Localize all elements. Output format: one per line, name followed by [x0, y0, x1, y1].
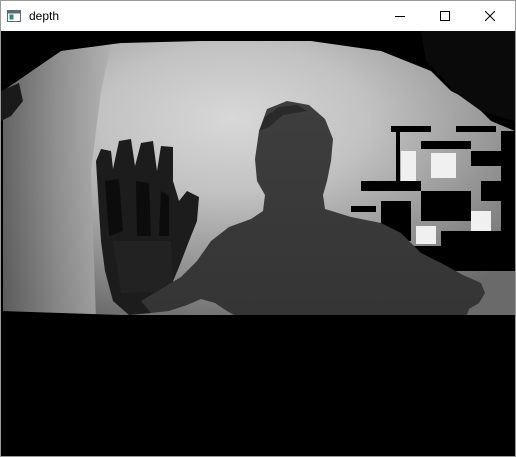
- close-icon: [484, 11, 495, 21]
- window-title: depth: [29, 9, 60, 23]
- maximize-button[interactable]: [422, 1, 467, 31]
- depth-canvas[interactable]: [1, 31, 515, 456]
- minimize-icon: [394, 11, 405, 21]
- app-window-icon: [7, 9, 21, 22]
- close-button[interactable]: [467, 1, 512, 31]
- depth-window: depth: [0, 0, 516, 457]
- minimize-button[interactable]: [377, 1, 422, 31]
- depth-map-image: [1, 31, 515, 456]
- maximize-icon: [439, 11, 450, 21]
- title-bar[interactable]: depth: [1, 1, 515, 31]
